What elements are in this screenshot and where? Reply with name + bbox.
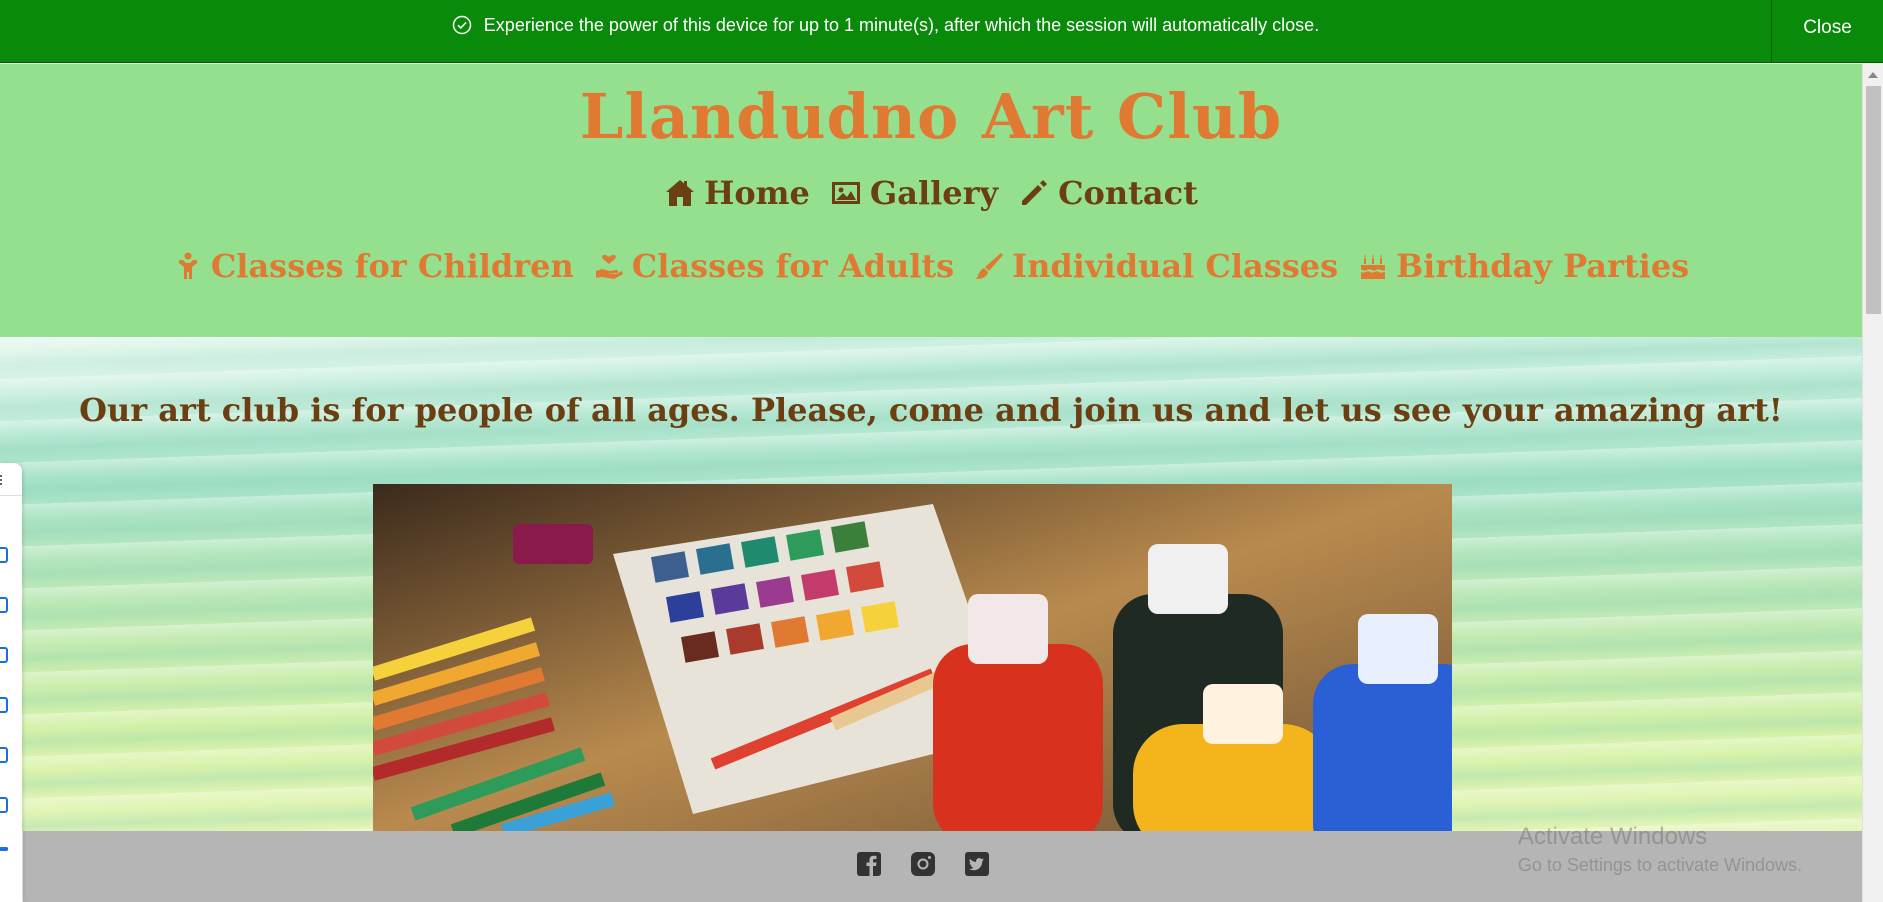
nav-home[interactable]: Home <box>664 174 810 212</box>
windows-activation-watermark: Activate Windows Go to Settings to activ… <box>1517 823 1802 876</box>
twitter-link[interactable] <box>964 851 990 877</box>
toolbar-tool-icon[interactable] <box>0 597 8 613</box>
toolbar-tool-icon[interactable] <box>0 697 8 713</box>
nav-gallery[interactable]: Gallery <box>830 174 998 212</box>
toolbar-tool-icon[interactable] <box>0 797 8 813</box>
instagram-icon <box>910 852 935 876</box>
image-icon <box>831 182 860 204</box>
art-supplies-photo <box>373 484 1452 831</box>
site-footer: Activate Windows Go to Settings to activ… <box>23 823 1862 902</box>
nav-home-label: Home <box>704 174 810 212</box>
tagline: Our art club is for people of all ages. … <box>79 391 1783 429</box>
session-banner: Experience the power of this device for … <box>0 0 1883 63</box>
nav-classes-children-label: Classes for Children <box>210 247 574 285</box>
hand-holding-heart-icon <box>595 254 623 279</box>
check-circle-icon <box>452 15 472 35</box>
banner-message: Experience the power of this device for … <box>483 14 1320 35</box>
vertical-scrollbar[interactable] <box>1862 64 1883 902</box>
drag-handle-icon[interactable] <box>0 475 4 485</box>
birthday-cake-icon <box>1361 254 1386 279</box>
nav-classes-adults[interactable]: Classes for Adults <box>594 247 954 285</box>
paint-brush-icon <box>976 253 1004 279</box>
nav-contact[interactable]: Contact <box>1018 174 1198 212</box>
toolbar-tool-icon[interactable] <box>0 547 8 563</box>
main-content: Our art club is for people of all ages. … <box>0 337 1862 831</box>
site-header: Llandudno Art Club Home Gallery Contact … <box>0 64 1862 337</box>
watermark-line2: Go to Settings to activate Windows. <box>1517 855 1802 875</box>
nav-contact-label: Contact <box>1058 174 1198 212</box>
nav-classes-adults-label: Classes for Adults <box>631 247 955 285</box>
nav-gallery-label: Gallery <box>869 174 999 212</box>
toolbar-tool-icon[interactable] <box>0 647 8 663</box>
site-title[interactable]: Llandudno Art Club <box>0 80 1862 153</box>
facebook-link[interactable] <box>856 851 882 877</box>
scroll-up-arrow-icon[interactable] <box>1868 72 1878 78</box>
toolbar-tool-icon[interactable] <box>0 747 8 763</box>
banner-close-button[interactable]: Close <box>1771 0 1883 63</box>
scrollbar-thumb[interactable] <box>1866 86 1881 314</box>
facebook-icon <box>856 852 881 876</box>
home-icon <box>666 180 695 206</box>
toolbar-tool-icon[interactable] <box>0 847 8 851</box>
instagram-link[interactable] <box>910 851 936 877</box>
toolbar-divider <box>0 495 22 496</box>
twitter-icon <box>964 852 989 876</box>
hero-image-drawing <box>373 484 1452 831</box>
nav-individual-classes[interactable]: Individual Classes <box>974 247 1338 285</box>
side-toolbar[interactable] <box>0 463 22 902</box>
nav-classes-children[interactable]: Classes for Children <box>173 247 574 285</box>
pencil-icon <box>1022 180 1048 205</box>
classes-nav: Classes for Children Classes for Adults … <box>0 247 1862 285</box>
watermark-line1: Activate Windows <box>1517 823 1708 850</box>
nav-birthday-parties[interactable]: Birthday Parties <box>1358 247 1689 285</box>
nav-birthday-parties-label: Birthday Parties <box>1396 247 1690 285</box>
child-icon <box>178 252 197 279</box>
nav-individual-classes-label: Individual Classes <box>1012 247 1339 285</box>
primary-nav: Home Gallery Contact <box>0 174 1862 212</box>
banner-message-container: Experience the power of this device for … <box>0 0 1771 50</box>
